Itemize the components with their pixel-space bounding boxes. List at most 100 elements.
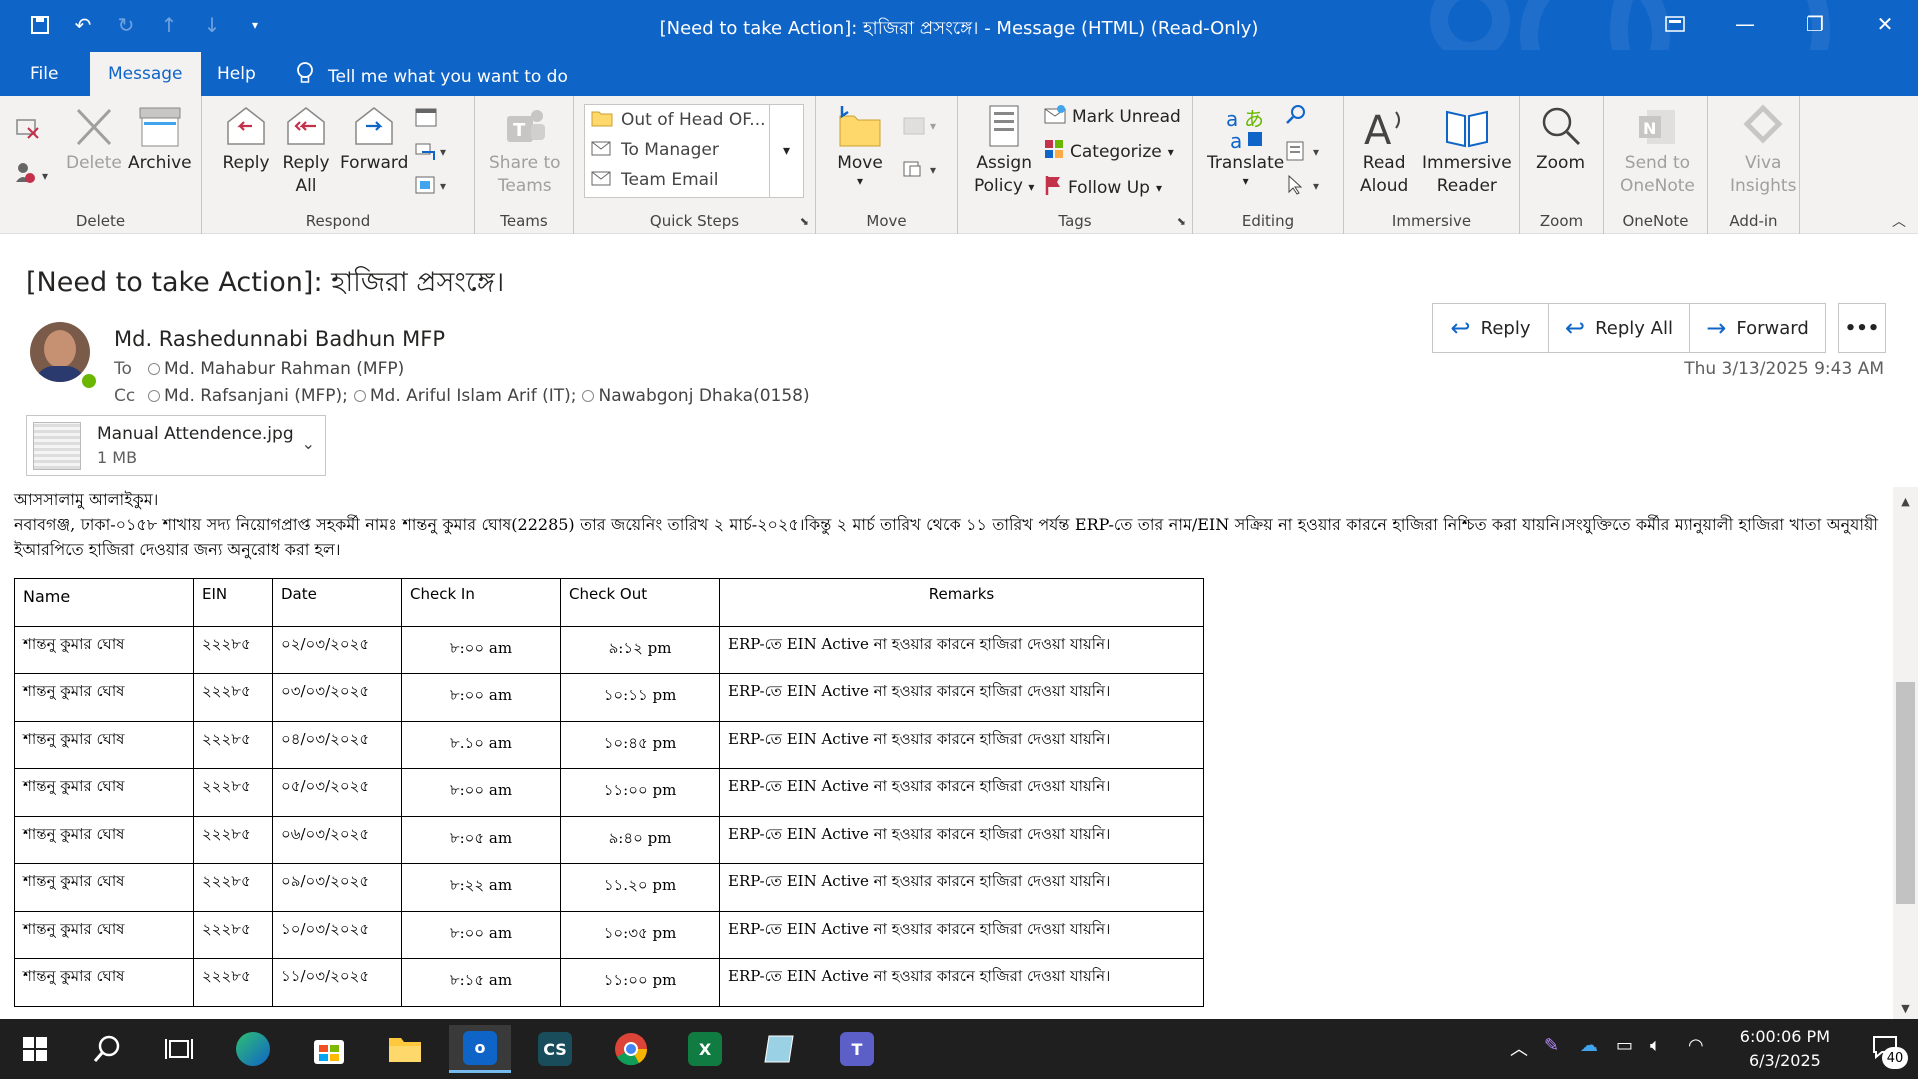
- cell-check-out: ১০:১১ pm: [560, 673, 720, 722]
- table-header-row: Name EIN Date Check In Check Out Remarks: [14, 578, 1204, 627]
- vertical-scrollbar[interactable]: ▲ ▼: [1893, 487, 1918, 1019]
- sender-name[interactable]: Md. Rashedunnabi Badhun MFP: [114, 327, 445, 351]
- envelope-icon: [1044, 104, 1066, 129]
- reply-button[interactable]: ↩ Reply: [1432, 303, 1549, 353]
- zoom-button[interactable]: Zoom: [1536, 104, 1585, 175]
- app-icon[interactable]: [749, 1025, 811, 1073]
- reply-all-ribbon-button[interactable]: Reply All: [282, 104, 330, 198]
- translate-button[interactable]: aあa Translate ▾: [1207, 104, 1284, 187]
- recipient[interactable]: Md. Mahabur Rahman (MFP): [148, 359, 404, 379]
- minimize-icon[interactable]: —: [1710, 0, 1780, 48]
- task-view-icon[interactable]: [148, 1025, 210, 1073]
- onedrive-icon[interactable]: ☁: [1580, 1035, 1598, 1056]
- collapse-ribbon-icon[interactable]: ︿: [1892, 211, 1906, 231]
- svg-text:A: A: [1364, 108, 1392, 150]
- col-name: Name: [14, 578, 194, 627]
- scroll-thumb[interactable]: [1896, 682, 1915, 904]
- notification-icon[interactable]: 40: [1872, 1035, 1908, 1069]
- reply-all-button[interactable]: ↩ Reply All: [1548, 303, 1690, 353]
- message-subject: [Need to take Action]: হাজিরা প্রসংঙ্গে।: [26, 267, 505, 298]
- wifi-icon[interactable]: ◠: [1688, 1035, 1704, 1056]
- read-aloud-button[interactable]: A Read Aloud: [1360, 104, 1408, 198]
- more-respond-icon[interactable]: ▾: [414, 174, 450, 196]
- move-button[interactable]: Move ▾: [836, 104, 884, 187]
- start-icon[interactable]: [4, 1025, 66, 1073]
- scroll-up-icon[interactable]: ▲: [1893, 490, 1918, 512]
- find-icon[interactable]: [1285, 104, 1309, 126]
- reply-ribbon-button[interactable]: Reply: [222, 104, 270, 175]
- edge-icon[interactable]: [222, 1025, 284, 1073]
- restore-icon[interactable]: ❐: [1780, 0, 1850, 48]
- forward-icon: [350, 104, 398, 150]
- attachment[interactable]: Manual Attendence.jpg 1 MB ⌄: [26, 415, 326, 476]
- lightbulb-icon: [296, 62, 314, 91]
- cell-ein: ২২২৮৫: [193, 815, 273, 864]
- assign-policy-button[interactable]: Assign Policy ▾: [974, 104, 1034, 199]
- outlook-icon[interactable]: o: [449, 1025, 511, 1073]
- actions-icon[interactable]: ▾: [902, 158, 942, 180]
- cell-date: ০২/০৩/২০২৫: [272, 625, 402, 674]
- tell-me-search[interactable]: Tell me what you want to do: [296, 62, 568, 91]
- cc-recipient[interactable]: Md. Ariful Islam Arif (IT);: [353, 386, 576, 406]
- archive-button[interactable]: Archive: [128, 104, 192, 175]
- pen-icon[interactable]: ✎: [1544, 1035, 1559, 1056]
- clock[interactable]: 6:00:06 PM 6/3/2025: [1740, 1025, 1830, 1073]
- tab-message[interactable]: Message: [90, 52, 201, 96]
- excel-icon[interactable]: X: [674, 1025, 736, 1073]
- gallery-more-icon[interactable]: ▾: [769, 105, 803, 197]
- clock-time: 6:00:06 PM: [1739, 1027, 1830, 1046]
- svg-text:▾: ▾: [440, 145, 446, 159]
- forward-ribbon-button[interactable]: Forward: [340, 104, 408, 175]
- cell-date: ০৫/০৩/২০২৫: [272, 768, 402, 817]
- send-to-onenote-button: N Send to OneNote: [1620, 104, 1695, 198]
- editing-group-label: Editing: [1241, 212, 1295, 230]
- table-row: শান্তনু কুমার ঘোষ ২২২৮৫ ১১/০৩/২০২৫ ৮:১৫ am ১…: [14, 958, 1204, 1007]
- svg-text:N: N: [1643, 119, 1656, 138]
- to-line: To Md. Mahabur Rahman (MFP): [114, 359, 404, 379]
- attachment-name: Manual Attendence.jpg: [97, 424, 294, 444]
- chevron-down-icon[interactable]: ⌄: [302, 434, 315, 453]
- store-icon[interactable]: [298, 1025, 360, 1073]
- tab-file[interactable]: File: [12, 52, 76, 96]
- cell-remarks: ERP-তে EIN Active না হওয়ার কারনে হাজিরা…: [719, 958, 1204, 1007]
- svg-text:▾: ▾: [1313, 145, 1319, 159]
- cs-icon[interactable]: CS: [524, 1025, 586, 1073]
- cell-remarks: ERP-তে EIN Active না হওয়ার কারনে হাজিরা…: [719, 910, 1204, 959]
- attendance-table: Name EIN Date Check In Check Out Remarks…: [14, 578, 1204, 1007]
- mark-unread-button[interactable]: Mark Unread: [1044, 104, 1181, 129]
- more-actions-button[interactable]: •••: [1838, 303, 1886, 353]
- follow-up-button[interactable]: Follow Up ▾: [1044, 174, 1162, 201]
- select-icon[interactable]: ▾: [1285, 174, 1325, 196]
- ignore-icon[interactable]: [14, 114, 40, 140]
- close-icon[interactable]: ✕: [1850, 0, 1918, 48]
- show-hidden-icons-icon[interactable]: ︿: [1510, 1035, 1528, 1061]
- cc-recipient[interactable]: Nawabgonj Dhaka(0158): [582, 386, 810, 406]
- immersive-reader-button[interactable]: Immersive Reader: [1422, 104, 1512, 198]
- related-icon[interactable]: ▾: [1285, 140, 1325, 162]
- cleanup-icon[interactable]: ▾: [14, 160, 54, 186]
- categorize-button[interactable]: Categorize ▾: [1044, 139, 1174, 164]
- meeting-icon[interactable]: [414, 106, 438, 128]
- zoom-icon: [1537, 104, 1585, 150]
- scroll-down-icon[interactable]: ▼: [1893, 997, 1918, 1019]
- forward-button[interactable]: → Forward: [1689, 303, 1826, 353]
- volume-icon[interactable]: 🔈︎: [1650, 1035, 1661, 1056]
- battery-icon[interactable]: ▭: [1616, 1035, 1633, 1056]
- file-explorer-icon[interactable]: [374, 1025, 436, 1073]
- chrome-icon[interactable]: [600, 1025, 662, 1073]
- cell-date: ০৩/০৩/২০২৫: [272, 673, 402, 722]
- cc-line: Cc Md. Rafsanjani (MFP); Md. Ariful Isla…: [114, 386, 810, 406]
- teams-taskbar-icon[interactable]: T: [826, 1025, 888, 1073]
- search-icon[interactable]: [76, 1025, 138, 1073]
- col-check-out: Check Out: [560, 578, 720, 627]
- cc-recipient[interactable]: Md. Rafsanjani (MFP);: [148, 386, 348, 406]
- greeting: আসসালামু আলাইকুম।: [14, 490, 159, 509]
- svg-text:あ: あ: [1244, 107, 1264, 131]
- message-date: Thu 3/13/2025 9:43 AM: [1684, 359, 1884, 379]
- cell-check-in: ৮:০০ am: [401, 673, 561, 722]
- im-icon[interactable]: ▾: [414, 140, 450, 162]
- presence-unknown-icon: [148, 363, 160, 375]
- tab-help[interactable]: Help: [199, 52, 274, 96]
- ribbon-display-icon[interactable]: [1640, 0, 1710, 48]
- dialog-launcher-icon[interactable]: ⬊: [800, 215, 809, 228]
